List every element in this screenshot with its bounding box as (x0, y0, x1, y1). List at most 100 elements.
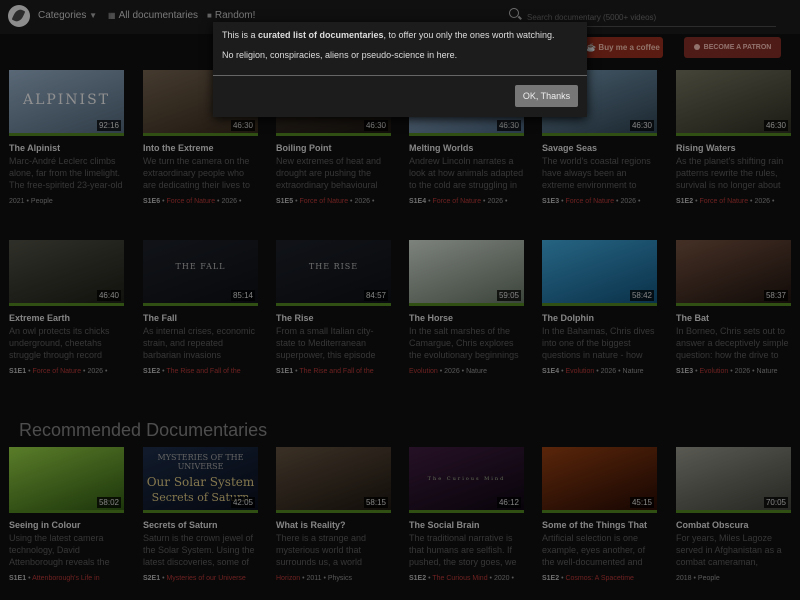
become-patron-button[interactable]: BECOME A PATRON (684, 37, 781, 58)
episode-code: S1E2 (542, 575, 560, 582)
card-title[interactable]: What is Reality? (276, 520, 391, 531)
card-thumbnail[interactable]: 70:05 (676, 447, 791, 513)
year-label: 2020 (493, 575, 510, 582)
card-meta: S1E2 • The Rise and Fall of the (143, 367, 258, 376)
card-description: Using the latest camera technology, Davi… (9, 533, 110, 567)
series-link[interactable]: Force of Nature (565, 198, 614, 205)
card-thumbnail[interactable]: ALPINIST 92:16 (9, 70, 124, 136)
card-title[interactable]: The Bat (676, 313, 791, 324)
card-thumbnail[interactable]: 46:30 (676, 70, 791, 136)
documentary-card[interactable]: 70:05 Combat Obscura For years, Miles Lago… (676, 447, 791, 583)
series-link[interactable]: Evolution (699, 368, 728, 375)
series-link[interactable]: Attenborough's Life in (32, 575, 100, 582)
documentary-card[interactable]: 46:40 Extreme Earth An owl protects its ch… (9, 240, 124, 376)
buy-coffee-button[interactable]: ☕ Buy me a coffee (583, 37, 663, 58)
card-meta: Horizon • 2011 • Physics (276, 574, 391, 583)
documentary-card[interactable]: THE RISE 84:57 The Rise From a small Italia… (276, 240, 391, 376)
category-tag[interactable]: Nature (623, 368, 644, 375)
card-title[interactable]: The Alpinist (9, 143, 124, 154)
card-title[interactable]: Extreme Earth (9, 313, 124, 324)
random-link[interactable]: ■ Random! (207, 10, 255, 21)
thumbnail-title-text: MYSTERIES OF THE UNIVERSE (157, 453, 244, 471)
categories-menu[interactable]: Categories ▼ (38, 10, 100, 21)
card-title[interactable]: The Dolphin (542, 313, 657, 324)
card-title[interactable]: Seeing in Colour (9, 520, 124, 531)
card-title[interactable]: Some of the Things That (542, 520, 657, 531)
series-link[interactable]: Evolution (409, 368, 438, 375)
series-link[interactable]: Force of Nature (432, 198, 481, 205)
documentary-card[interactable]: 58:02 Seeing in Colour Using the latest ca… (9, 447, 124, 583)
card-thumbnail[interactable]: THE FALL 85:14 (143, 240, 258, 306)
series-link[interactable]: The Curious Mind (432, 575, 487, 582)
documentary-card[interactable]: ALPINIST 92:16 The Alpinist Marc-André Lecl… (9, 70, 124, 206)
ok-thanks-button[interactable]: OK, Thanks (515, 85, 578, 107)
category-tag[interactable]: Nature (757, 368, 778, 375)
documentary-card[interactable]: THE FALL 85:14 The Fall As internal crises,… (143, 240, 258, 376)
card-thumbnail[interactable]: THE RISE 84:57 (276, 240, 391, 306)
documentary-card[interactable]: 46:30 Rising Waters As the planet's shifti… (676, 70, 791, 206)
card-thumbnail[interactable]: 58:42 (542, 240, 657, 306)
card-title[interactable]: Savage Seas (542, 143, 657, 154)
episode-code: S1E2 (143, 368, 161, 375)
site-logo-icon[interactable] (8, 5, 30, 27)
card-thumbnail[interactable]: 46:40 (9, 240, 124, 306)
category-tag[interactable]: People (31, 198, 53, 205)
year-label: 2026 (487, 198, 504, 205)
card-thumbnail[interactable]: The Curious Mind 46:12 (409, 447, 524, 513)
card-title[interactable]: Boiling Point (276, 143, 391, 154)
card-title[interactable]: Into the Extreme (143, 143, 258, 154)
all-documentaries-link[interactable]: ▦ All documentaries (108, 10, 198, 21)
category-tag[interactable]: Physics (328, 575, 352, 582)
card-title[interactable]: Rising Waters (676, 143, 791, 154)
card-title[interactable]: Melting Worlds (409, 143, 524, 154)
series-link[interactable]: Force of Nature (699, 198, 748, 205)
series-link[interactable]: Force of Nature (32, 368, 81, 375)
thumbnail-accent-bar (542, 133, 657, 136)
card-description: In the salt marshes of the Camargue, Chr… (409, 326, 519, 360)
documentary-card[interactable]: 58:42 The Dolphin In the Bahamas, Chris di… (542, 240, 657, 376)
card-thumbnail[interactable]: MYSTERIES OF THE UNIVERSE Our Solar Syste… (143, 447, 258, 513)
video-camera-icon: ■ (207, 11, 212, 20)
meta-separator: • (103, 368, 108, 375)
documentary-card[interactable]: The Curious Mind 46:12 The Social Brain The… (409, 447, 524, 583)
search-icon[interactable] (509, 8, 519, 18)
card-thumbnail[interactable]: 58:15 (276, 447, 391, 513)
card-title[interactable]: The Fall (143, 313, 258, 324)
thumbnail-accent-bar (276, 303, 391, 306)
card-title[interactable]: The Social Brain (409, 520, 524, 531)
card-meta: S1E1 • The Rise and Fall of the (276, 367, 391, 376)
thumbnail-title-text: THE RISE (308, 262, 359, 271)
episode-code: S1E4 (542, 368, 560, 375)
series-link[interactable]: The Rise and Fall of the (299, 368, 373, 375)
series-link[interactable]: Cosmos: A Spacetime (565, 575, 633, 582)
year-label: 2011 (306, 575, 322, 582)
card-title[interactable]: The Horse (409, 313, 524, 324)
card-title[interactable]: Combat Obscura (676, 520, 791, 531)
episode-code: S1E6 (143, 198, 161, 205)
documentary-card[interactable]: 45:15 Some of the Things That Artificial s… (542, 447, 657, 583)
card-title[interactable]: Secrets of Saturn (143, 520, 258, 531)
documentary-card[interactable]: 58:15 What is Reality? There is a strange … (276, 447, 391, 583)
series-link[interactable]: Force of Nature (299, 198, 348, 205)
duration-badge: 92:16 (96, 120, 121, 131)
thumbnail-accent-bar (9, 133, 124, 136)
card-thumbnail[interactable]: 59:05 (409, 240, 524, 306)
card-thumbnail[interactable]: 58:37 (676, 240, 791, 306)
category-tag[interactable]: Nature (466, 368, 487, 375)
thumbnail-title-text: The Curious Mind (427, 476, 506, 482)
series-link[interactable]: The Rise and Fall of the (166, 368, 240, 375)
thumbnail-accent-bar (143, 303, 258, 306)
documentary-card[interactable]: 58:37 The Bat In Borneo, Chris sets out to… (676, 240, 791, 376)
card-meta: 2018 • People (676, 574, 791, 583)
documentary-card[interactable]: MYSTERIES OF THE UNIVERSE Our Solar Syste… (143, 447, 258, 583)
card-thumbnail[interactable]: 45:15 (542, 447, 657, 513)
series-link[interactable]: Horizon (276, 575, 300, 582)
category-tag[interactable]: People (698, 575, 720, 582)
series-link[interactable]: Mysteries of our Universe (166, 575, 245, 582)
documentary-card[interactable]: 59:05 The Horse In the salt marshes of the… (409, 240, 524, 376)
series-link[interactable]: Evolution (565, 368, 594, 375)
card-meta: S1E4 • Force of Nature • 2026 • (409, 197, 524, 206)
series-link[interactable]: Force of Nature (166, 198, 215, 205)
card-title[interactable]: The Rise (276, 313, 391, 324)
card-thumbnail[interactable]: 58:02 (9, 447, 124, 513)
